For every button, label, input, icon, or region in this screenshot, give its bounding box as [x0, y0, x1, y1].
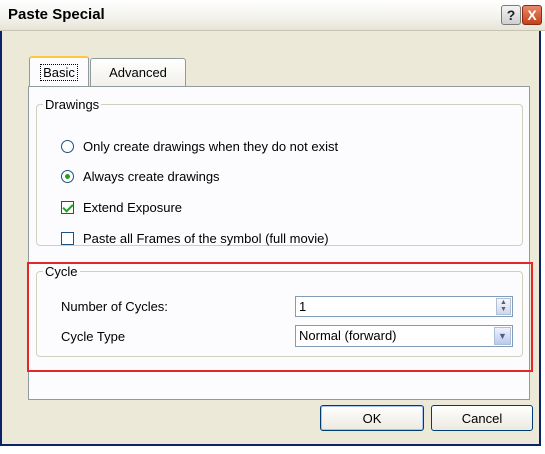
spinner-arrows-icon[interactable]: ▲ ▼ [496, 298, 511, 315]
radio-button-selected-icon[interactable] [61, 170, 74, 183]
checkbox-extend-exposure-label: Extend Exposure [83, 200, 183, 215]
help-button[interactable]: ? [501, 5, 521, 25]
radio-only-create[interactable]: Only create drawings when they do not ex… [61, 139, 338, 154]
cycle-type-value: Normal (forward) [299, 328, 397, 343]
radio-button-icon[interactable] [61, 140, 74, 153]
radio-always-create-label: Always create drawings [83, 169, 220, 184]
tab-advanced-label: Advanced [109, 65, 167, 80]
number-of-cycles-label: Number of Cycles: [61, 299, 168, 314]
tab-basic[interactable]: Basic [29, 56, 89, 86]
cycle-type-label: Cycle Type [61, 329, 126, 344]
checkbox-icon[interactable] [61, 232, 74, 245]
close-icon: X [527, 7, 537, 23]
cycle-group: Cycle Number of Cycles: 1 ▲ ▼ Cycle Type … [36, 264, 523, 357]
chevron-down-icon[interactable]: ▼ [494, 327, 511, 345]
checkbox-paste-all-frames-label: Paste all Frames of the symbol (full mov… [83, 231, 329, 246]
number-of-cycles-value[interactable]: 1 [299, 299, 306, 314]
radio-always-create[interactable]: Always create drawings [61, 169, 220, 184]
basic-tab-panel: Drawings Only create drawings when they … [28, 86, 530, 400]
tab-basic-label: Basic [40, 63, 78, 81]
checkbox-extend-exposure[interactable]: Extend Exposure [61, 200, 182, 215]
cycle-type-select[interactable]: Normal (forward) ▼ [295, 325, 513, 347]
cancel-button[interactable]: Cancel [431, 405, 533, 431]
number-of-cycles-spinner[interactable]: 1 ▲ ▼ [295, 296, 513, 317]
window-title: Paste Special [8, 6, 105, 23]
ok-button-label: OK [362, 410, 382, 426]
title-bar[interactable]: Paste Special ? X [0, 0, 545, 31]
help-icon: ? [506, 7, 516, 23]
checkbox-paste-all-frames[interactable]: Paste all Frames of the symbol (full mov… [61, 231, 329, 246]
tab-advanced[interactable]: Advanced [90, 58, 186, 86]
checkbox-checked-icon[interactable] [61, 201, 74, 214]
drawings-legend: Drawings [45, 97, 100, 112]
ok-button[interactable]: OK [320, 405, 424, 431]
cycle-legend: Cycle [45, 264, 78, 279]
cancel-button-label: Cancel [461, 410, 503, 426]
drawings-group: Drawings Only create drawings when they … [36, 97, 523, 246]
radio-only-create-label: Only create drawings when they do not ex… [83, 139, 339, 154]
close-button[interactable]: X [522, 5, 542, 25]
